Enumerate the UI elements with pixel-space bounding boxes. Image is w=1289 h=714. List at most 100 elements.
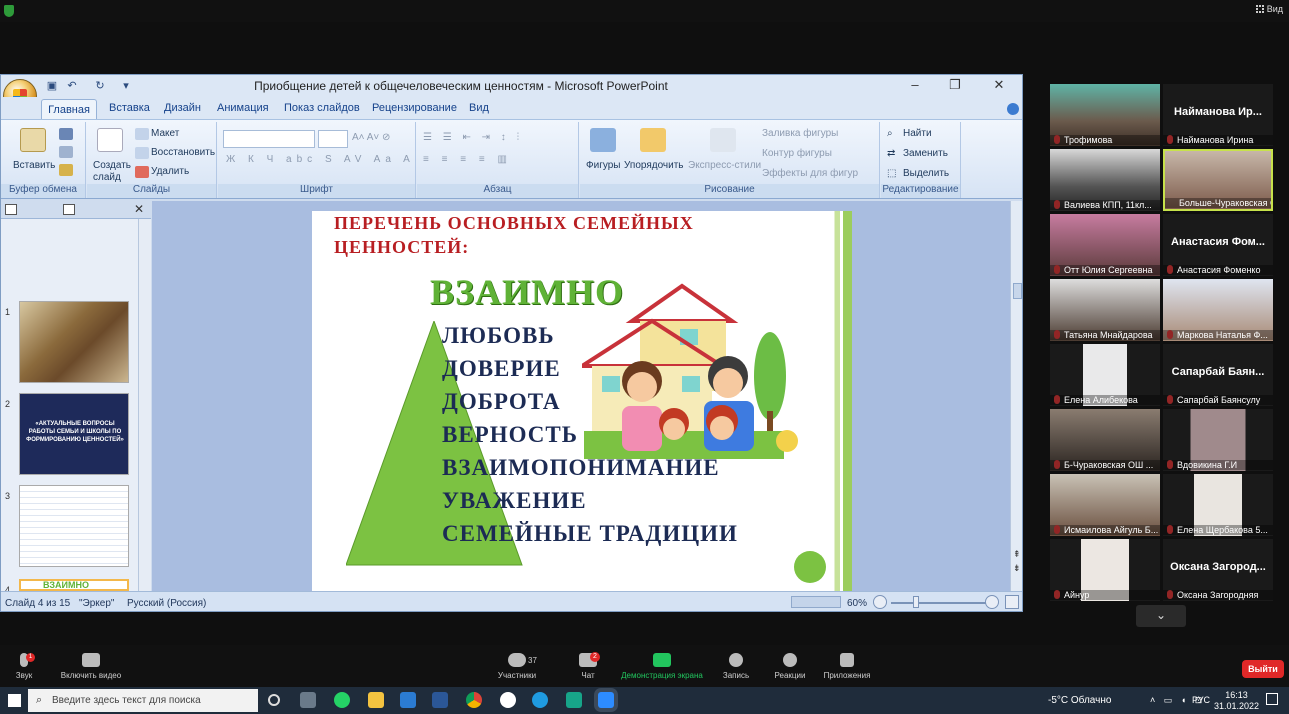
windows-start-icon[interactable] [8,694,21,707]
participant-tile[interactable]: Вдовикина Г.И [1163,409,1273,471]
more-participants-button[interactable]: ⌄ [1136,605,1186,627]
tab-animation[interactable]: Анимация [217,102,269,114]
prev-slide-icon[interactable]: ⇞ [1013,549,1021,560]
participant-tile[interactable]: Исмаилова Айгуль Б... [1050,474,1160,536]
shapes-button[interactable]: Фигуры [586,160,620,171]
font-name-field[interactable] [223,130,315,148]
participant-tile[interactable]: Елена Алибекова [1050,344,1160,406]
font-format-icons[interactable]: Ж К Ч abc S AV Aa A [226,154,415,165]
participant-tile[interactable]: Елена Щербакова 5... [1163,474,1273,536]
help-icon[interactable] [1007,103,1019,115]
leave-button[interactable]: Выйти [1242,660,1284,678]
notifications-icon[interactable] [1266,693,1278,705]
close-panel-icon[interactable]: ✕ [134,202,144,216]
share-screen-button[interactable]: Демонстрация экрана [616,645,708,680]
close-button[interactable]: ✕ [979,77,1019,95]
cut-icon[interactable] [59,128,73,140]
thumbnail-scrollbar[interactable] [138,219,151,591]
vertical-scrollbar[interactable]: ⇞ ⇟ [1010,201,1022,591]
zoom-slider[interactable] [891,602,987,604]
whatsapp-icon[interactable] [334,692,350,708]
tab-slideshow[interactable]: Показ слайдов [284,102,360,114]
new-slide-button[interactable]: Создать слайд [93,160,133,184]
chat-button[interactable]: Чат [568,645,608,680]
participant-tile[interactable]: Айнур [1050,539,1160,601]
participant-tile-active[interactable]: Больше-Чураковская С... [1163,149,1273,211]
slide-thumbnail-selected[interactable]: ВЗАИМНО [19,579,129,591]
view-button[interactable]: Вид [1255,4,1283,14]
language-indicator[interactable]: РУС [1192,695,1210,705]
zoom-slider-thumb[interactable] [913,596,919,608]
replace-button[interactable]: Заменить [903,148,948,159]
slides-tab-icon[interactable] [5,204,17,215]
participant-tile[interactable]: Маркова Наталья Ф... [1163,279,1273,341]
zoom-out-icon[interactable] [873,595,887,609]
font-size-field[interactable] [318,130,348,148]
participant-tile[interactable]: Отт Юлия Сергеевна [1050,214,1160,276]
video-button[interactable]: Включить видео [56,645,126,680]
participant-tile[interactable]: Трофимова [1050,84,1160,146]
format-painter-icon[interactable] [59,164,73,176]
customize-qat-icon[interactable]: ▾ [119,79,133,92]
encryption-shield-icon[interactable] [4,5,14,17]
tab-view[interactable]: Вид [469,102,489,114]
paste-icon[interactable] [20,128,46,152]
tab-design[interactable]: Дизайн [164,102,201,114]
apps-button[interactable]: Приложения [818,645,876,680]
tab-home[interactable]: Главная [41,99,97,119]
participant-tile[interactable]: Сапарбай Баян... Сапарбай Баянсулу [1163,344,1273,406]
undo-icon[interactable]: ↶ [65,79,79,92]
language-indicator[interactable]: Русский (Россия) [127,598,206,609]
participant-tile[interactable]: Б-Чураковская ОШ ... [1050,409,1160,471]
next-slide-icon[interactable]: ⇟ [1013,563,1021,574]
select-button[interactable]: Выделить [903,168,949,179]
participant-tile[interactable]: Оксана Загород... Оксана Загородняя [1163,539,1273,601]
grow-font-icon[interactable]: A˄ A˅ ⊘ [352,132,390,143]
slide-thumbnail[interactable] [19,485,129,567]
participant-tile[interactable]: Татьяна Мнайдарова [1050,279,1160,341]
audio-button[interactable]: Звук [4,645,44,680]
slide[interactable]: Перечень основных семейных ценностей: [312,211,852,591]
layout-button[interactable]: Макет [151,128,179,139]
tab-insert[interactable]: Вставка [109,102,150,114]
outline-tab-icon[interactable] [63,204,75,215]
new-slide-icon[interactable] [97,128,123,152]
maximize-button[interactable]: ❐ [935,77,975,95]
taskbar-search[interactable]: ⌕ Введите здесь текст для поиска [28,689,258,712]
clock[interactable]: 16:13 31.01.2022 [1214,690,1259,712]
view-buttons[interactable] [791,596,841,608]
word-icon[interactable] [432,692,448,708]
paste-button[interactable]: Вставить [13,160,55,171]
zoom-level[interactable]: 60% [847,598,867,609]
slide-thumbnail[interactable]: «АКТУАЛЬНЫЕ ВОПРОСЫ РАБОТЫ СЕМЬИ И ШКОЛЫ… [19,393,129,475]
chrome-icon[interactable] [466,692,482,708]
list-icons[interactable]: ☰ ☰ ⇤ ⇥ ↕ ⫶ [423,132,523,143]
reset-button[interactable]: Восстановить [151,147,215,158]
zoom-in-icon[interactable] [985,595,999,609]
redo-icon[interactable]: ↻ [93,79,107,92]
slide-thumbnail[interactable] [19,301,129,383]
file-explorer-icon[interactable] [368,692,384,708]
participant-tile[interactable]: Валиева КПП, 11кл... [1050,149,1160,211]
task-view-icon[interactable] [300,692,316,708]
copy-icon[interactable] [59,146,73,158]
scroll-thumb[interactable] [1013,283,1022,299]
arrange-button[interactable]: Упорядочить [624,160,684,171]
shapes-icon[interactable] [590,128,616,152]
app-icon[interactable] [566,692,582,708]
yandex-icon[interactable] [500,692,516,708]
record-button[interactable]: Запись [716,645,756,680]
minimize-button[interactable]: – [895,77,935,95]
edge-icon[interactable] [532,692,548,708]
zoom-app-icon[interactable] [598,692,614,708]
reactions-button[interactable]: Реакции [768,645,812,680]
align-icons[interactable]: ≡ ≡ ≡ ≡ ▥ [423,154,512,165]
delete-button[interactable]: Удалить [151,166,189,177]
arrange-icon[interactable] [640,128,666,152]
save-icon[interactable]: ▣ [45,79,59,92]
participant-tile[interactable]: Найманова Ир... Найманова Ирина [1163,84,1273,146]
find-button[interactable]: Найти [903,128,932,139]
fit-to-window-icon[interactable] [1005,595,1019,609]
cortana-icon[interactable] [268,694,280,706]
mail-icon[interactable] [400,692,416,708]
